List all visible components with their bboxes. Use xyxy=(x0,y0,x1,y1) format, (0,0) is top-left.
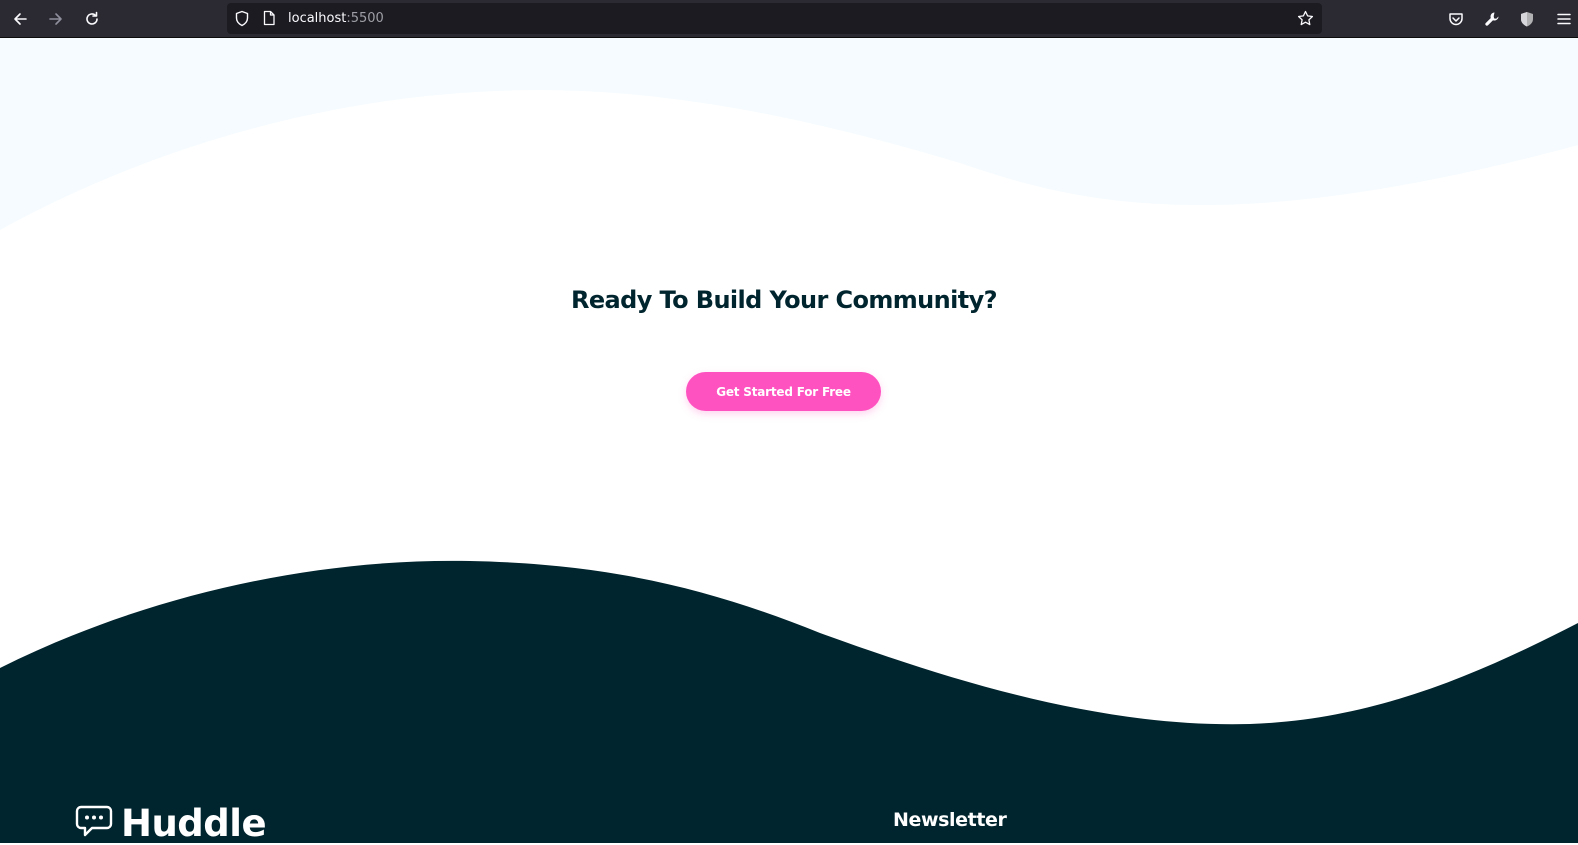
url-bar[interactable]: localhost:5500 xyxy=(227,3,1322,34)
top-light-wave xyxy=(0,38,1578,230)
wrench-icon xyxy=(1484,11,1500,27)
pocket-button[interactable] xyxy=(1442,5,1470,33)
url-text[interactable]: localhost:5500 xyxy=(288,11,384,26)
reload-icon xyxy=(84,11,100,27)
chat-bubble-icon xyxy=(75,805,113,844)
back-button[interactable] xyxy=(6,5,34,33)
pocket-icon xyxy=(1448,11,1464,27)
shield-extension-icon xyxy=(1520,11,1534,27)
arrow-right-icon xyxy=(48,11,64,27)
shield-icon[interactable] xyxy=(234,10,250,32)
tools-button[interactable] xyxy=(1478,5,1506,33)
url-port: :5500 xyxy=(346,11,384,26)
extension-button[interactable] xyxy=(1513,5,1541,33)
background-waves xyxy=(0,38,1578,843)
page-icon xyxy=(262,10,276,31)
browser-toolbar: localhost:5500 xyxy=(0,0,1578,38)
star-icon[interactable] xyxy=(1297,10,1314,32)
hamburger-menu-icon xyxy=(1556,11,1572,27)
arrow-left-icon xyxy=(12,11,28,27)
footer-dark-wave xyxy=(0,560,1578,843)
forward-button[interactable] xyxy=(42,5,70,33)
menu-button[interactable] xyxy=(1550,5,1578,33)
reload-button[interactable] xyxy=(78,5,106,33)
logo-text: Huddle xyxy=(121,802,267,845)
cta-title: Ready To Build Your Community? xyxy=(570,286,998,314)
newsletter-heading: Newsletter xyxy=(893,809,1007,831)
get-started-button[interactable]: Get Started For Free xyxy=(686,372,881,411)
footer-logo[interactable]: Huddle xyxy=(75,802,267,845)
page-viewport: Ready To Build Your Community? Get Start… xyxy=(0,38,1578,845)
url-host: localhost xyxy=(288,11,347,26)
